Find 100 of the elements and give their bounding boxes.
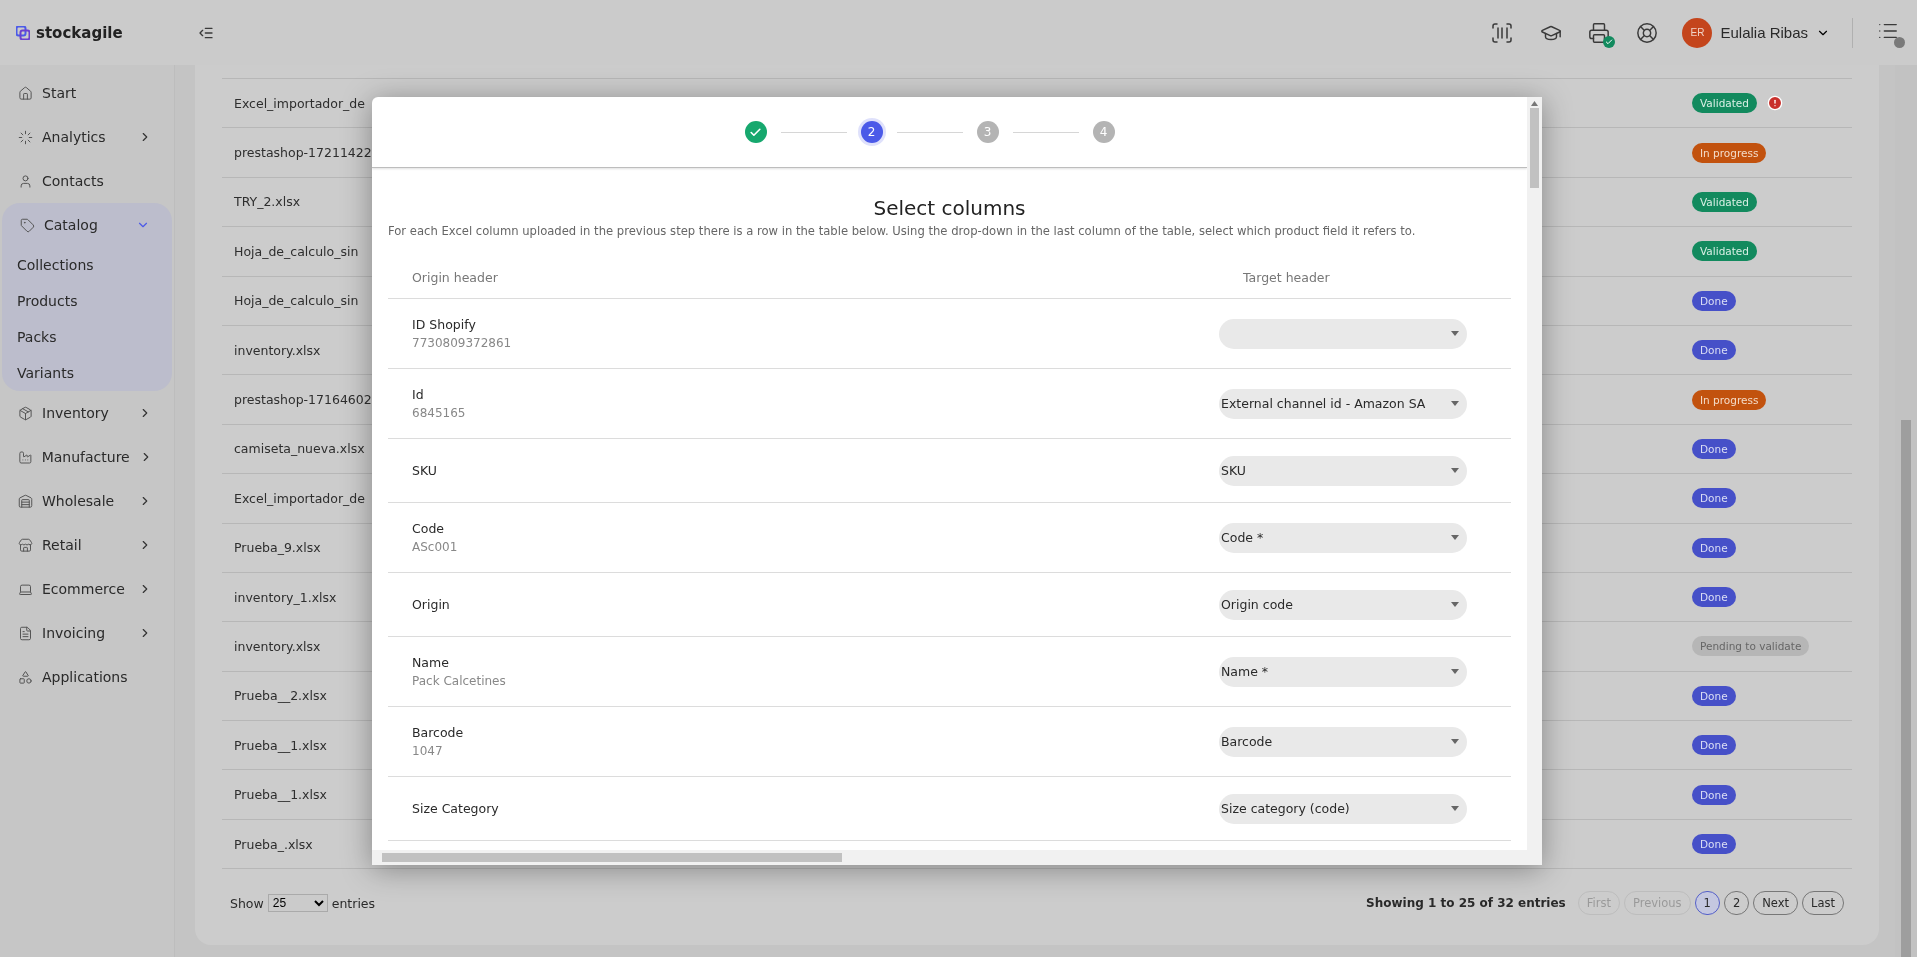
target-header-select[interactable]: Code * xyxy=(1219,522,1467,553)
target-header-select[interactable]: Size category (code) xyxy=(1219,793,1467,824)
user-avatar: ER xyxy=(1682,17,1713,48)
menu-item-icon xyxy=(18,493,33,509)
scroll-up-icon[interactable] xyxy=(1531,101,1538,106)
menu-item-icon xyxy=(18,173,33,189)
file-name-cell: Hoja_de_calculo_sin xyxy=(234,243,359,259)
file-name-cell: Excel_importador_de xyxy=(234,95,365,111)
sidebar-item[interactable]: Catalog xyxy=(2,203,172,247)
sidebar-item[interactable]: Start xyxy=(0,71,174,115)
status-badge: Done xyxy=(1692,438,1736,459)
status-badge: Validated xyxy=(1692,241,1757,262)
file-name-cell: TRY_2.xlsx xyxy=(234,194,301,210)
step-indicator: 4 xyxy=(1092,121,1115,143)
sidebar-item[interactable]: Applications xyxy=(0,655,174,699)
scrollbar-thumb[interactable] xyxy=(382,853,842,862)
origin-header-name: Name xyxy=(412,655,450,670)
status-badge: Validated xyxy=(1692,191,1757,212)
target-header-select[interactable]: SKU xyxy=(1219,455,1467,486)
sidebar-item[interactable]: Analytics xyxy=(0,115,174,159)
file-name-cell: Prueba_9.xlsx xyxy=(234,540,321,556)
menu-item-icon xyxy=(18,537,33,553)
page-size-select[interactable]: 25 xyxy=(267,894,328,913)
column-header: Target header xyxy=(1243,269,1331,285)
caret-icon xyxy=(1451,401,1459,406)
sidebar-subitem[interactable]: Variants xyxy=(2,355,172,391)
brand-name: stockagile xyxy=(36,23,123,42)
caret-icon xyxy=(1451,535,1459,540)
sidebar-item[interactable]: Inventory xyxy=(0,391,174,435)
menu-item-icon xyxy=(18,449,33,465)
menu-item-icon xyxy=(18,129,33,145)
sidebar-item[interactable]: Contacts xyxy=(0,159,174,203)
status-badge: In progress xyxy=(1692,389,1767,410)
entries-label: entries xyxy=(331,895,376,911)
sidebar-subitem[interactable]: Products xyxy=(2,283,172,319)
caret-icon xyxy=(1451,806,1459,811)
sidebar-item[interactable]: Manufacture xyxy=(0,435,174,479)
target-header-select[interactable]: Name * xyxy=(1219,656,1467,687)
origin-header-name: SKU xyxy=(412,463,438,478)
caret-icon xyxy=(1451,468,1459,473)
file-name-cell: Prueba__2.xlsx xyxy=(234,688,327,704)
user-name: Eulalia Ribas xyxy=(1720,24,1808,41)
status-badge: Done xyxy=(1692,587,1736,608)
horizontal-scrollbar[interactable] xyxy=(372,850,1542,865)
pagination-button[interactable]: 2 xyxy=(1723,891,1750,916)
sidebar-item[interactable]: Ecommerce xyxy=(0,567,174,611)
show-label: Show xyxy=(230,895,264,911)
file-name-cell: Prueba__1.xlsx xyxy=(234,787,327,803)
menu-item-icon xyxy=(18,85,33,101)
menu-item-icon xyxy=(18,625,33,641)
column-header: Origin header xyxy=(412,269,499,285)
status-badge: Validated xyxy=(1692,93,1757,114)
origin-header-name: Origin xyxy=(412,597,451,612)
status-badge: Done xyxy=(1692,834,1736,855)
entries-summary: Showing 1 to 25 of 32 entries xyxy=(1366,896,1566,911)
target-header-select[interactable]: Origin code xyxy=(1219,589,1467,620)
status-badge: In progress xyxy=(1692,142,1767,163)
origin-header-name: Barcode xyxy=(412,725,465,740)
dialog-title: Select columns xyxy=(872,196,1027,220)
status-badge: Done xyxy=(1692,784,1736,805)
target-header-select[interactable]: Barcode xyxy=(1219,726,1467,757)
caret-icon xyxy=(1451,602,1459,607)
file-name-cell: inventory.xlsx xyxy=(234,342,321,358)
pagination-button[interactable]: Next xyxy=(1753,891,1799,916)
origin-header-name: Size Category xyxy=(412,801,500,816)
file-name-cell: Excel_importador_de xyxy=(234,490,365,506)
pagination-button[interactable]: Last xyxy=(1802,891,1844,916)
sidebar-subitem[interactable]: Packs xyxy=(2,319,172,355)
menu-item-icon xyxy=(18,405,33,421)
menu-item-icon xyxy=(18,669,33,685)
scrollbar-thumb[interactable] xyxy=(1901,420,1911,957)
origin-header-name: Code xyxy=(412,521,445,536)
menu-item-icon xyxy=(18,581,33,597)
status-badge: Done xyxy=(1692,537,1736,558)
status-badge: Done xyxy=(1692,735,1736,756)
status-badge: Done xyxy=(1692,340,1736,361)
sidebar-item[interactable]: Wholesale xyxy=(0,479,174,523)
sidebar-subitem[interactable]: Collections xyxy=(2,247,172,283)
status-badge: Done xyxy=(1692,290,1736,311)
status-badge: Done xyxy=(1692,685,1736,706)
user-menu-button[interactable]: ER Eulalia Ribas xyxy=(1682,17,1830,48)
check-icon xyxy=(749,125,762,139)
scrollbar-thumb[interactable] xyxy=(1530,108,1539,188)
target-header-select[interactable]: External channel id - Amazon SA xyxy=(1219,388,1467,419)
caret-icon xyxy=(1451,669,1459,674)
sidebar-item[interactable]: Retail xyxy=(0,523,174,567)
sidebar-item[interactable]: Invoicing xyxy=(0,611,174,655)
origin-header-name: Id xyxy=(412,387,425,402)
file-name-cell: prestashop-17164602 xyxy=(234,392,372,408)
origin-header-name: ID Shopify xyxy=(412,317,477,332)
sample-value: Pack Calcetines xyxy=(412,674,507,688)
file-name-cell: prestashop-17211422 xyxy=(234,145,372,161)
pagination-button[interactable]: 1 xyxy=(1694,891,1720,916)
file-name-cell: camiseta_nueva.xlsx xyxy=(234,441,365,457)
sample-value: 7730809372861 xyxy=(412,336,513,350)
sample-value: 6845165 xyxy=(412,406,467,420)
vertical-scrollbar[interactable] xyxy=(1527,97,1542,850)
step-indicator: 3 xyxy=(976,121,999,143)
dialog-description: For each Excel column uploaded in the previous step there is a row in the table below. Using the drop-down in the last column of the table, select which product field it refers to. xyxy=(388,224,1417,238)
step-indicator: 2 xyxy=(860,121,883,143)
